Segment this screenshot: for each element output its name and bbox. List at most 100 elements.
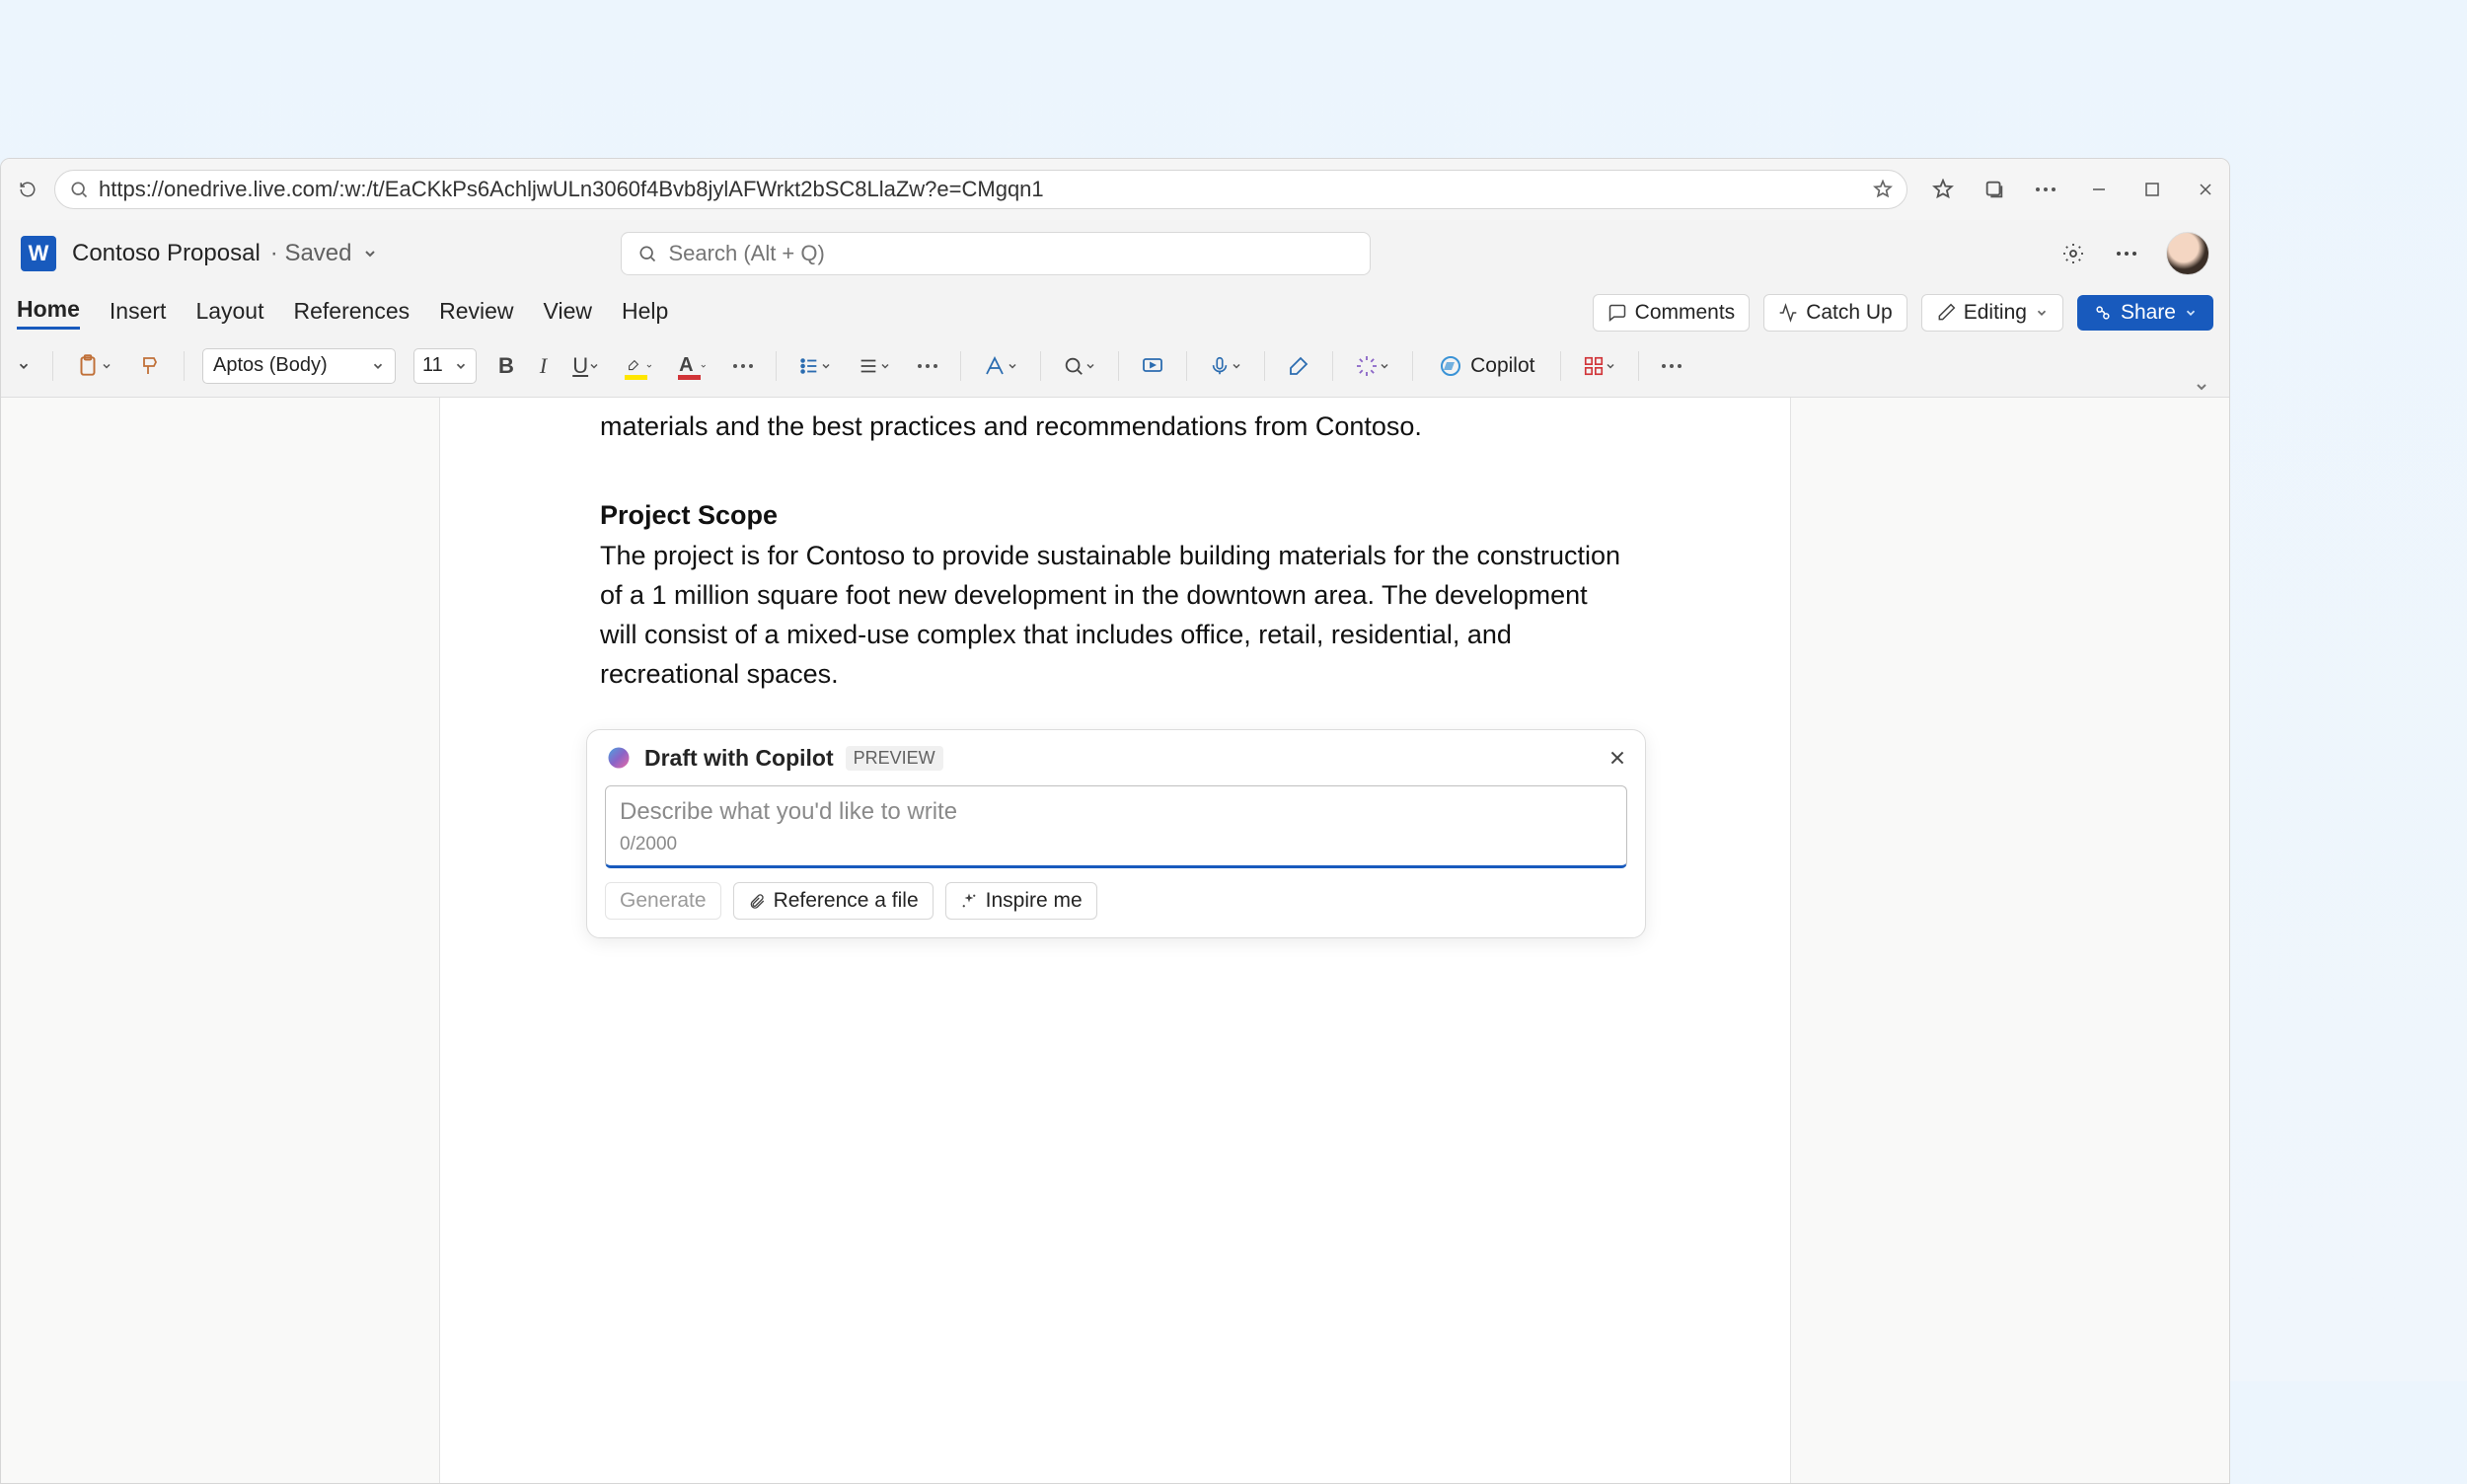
italic-button[interactable]: I <box>536 349 551 383</box>
format-painter-icon[interactable] <box>134 349 166 383</box>
draft-char-count: 0/2000 <box>620 834 1612 855</box>
styles-button[interactable] <box>979 349 1022 383</box>
font-family-select[interactable]: Aptos (Body) <box>202 348 396 384</box>
editing-mode-button[interactable]: Editing <box>1921 294 2063 332</box>
more-icon[interactable] <box>2034 178 2057 201</box>
collections-icon[interactable] <box>1982 178 2006 201</box>
pencil-icon <box>1936 303 1956 323</box>
separator <box>184 351 185 381</box>
close-icon[interactable] <box>2196 180 2215 199</box>
separator <box>1264 351 1265 381</box>
ribbon-right: Comments Catch Up Editing <box>1593 294 2213 332</box>
word-logo-icon: W <box>21 236 56 271</box>
copilot-button[interactable]: Copilot <box>1431 350 1542 382</box>
inspire-label: Inspire me <box>986 889 1083 913</box>
find-button[interactable] <box>1059 349 1100 383</box>
tab-home[interactable]: Home <box>17 296 80 330</box>
bullets-button[interactable] <box>794 349 836 383</box>
reference-label: Reference a file <box>774 889 919 913</box>
tab-view[interactable]: View <box>544 298 592 329</box>
title-bar: W Contoso Proposal · Saved <box>1 220 2229 287</box>
chevron-down-icon <box>362 246 378 261</box>
draft-actions: Generate Reference a file <box>605 882 1627 920</box>
chevron-down-icon <box>371 359 385 373</box>
scope-body: The project is for Contoso to provide su… <box>600 537 1630 695</box>
catchup-label: Catch Up <box>1806 301 1893 325</box>
document-canvas[interactable]: materials and the best practices and rec… <box>1 398 2229 1483</box>
more-paragraph-icon[interactable] <box>913 349 942 383</box>
draft-copilot-card: Draft with Copilot PREVIEW 0/2000 Genera… <box>586 729 1646 938</box>
draft-header: Draft with Copilot PREVIEW <box>605 744 1627 772</box>
title-right <box>2059 232 2209 275</box>
tab-references[interactable]: References <box>294 298 411 329</box>
page-info-icon[interactable] <box>1873 180 1893 199</box>
designer-button[interactable] <box>1351 349 1394 383</box>
copilot-icon <box>605 744 633 772</box>
chevron-down-icon <box>2184 306 2198 320</box>
comments-label: Comments <box>1635 301 1736 325</box>
doc-title: Contoso Proposal <box>72 240 261 267</box>
editing-label: Editing <box>1964 301 2027 325</box>
ribbon-collapse-icon[interactable] <box>2194 379 2209 395</box>
search-icon <box>69 180 89 199</box>
attachment-icon <box>748 892 766 910</box>
dictate-button[interactable] <box>1205 349 1246 383</box>
catchup-button[interactable]: Catch Up <box>1763 294 1907 332</box>
present-button[interactable] <box>1137 349 1168 383</box>
browser-bar <box>1 159 2229 220</box>
tab-insert[interactable]: Insert <box>110 298 167 329</box>
maximize-icon[interactable] <box>2142 180 2162 199</box>
font-family-value: Aptos (Body) <box>213 354 328 377</box>
share-label: Share <box>2121 301 2176 325</box>
toolbar: Aptos (Body) 11 B I U <box>1 338 2229 398</box>
font-size-select[interactable]: 11 <box>413 348 477 384</box>
more-commands-icon[interactable] <box>1657 349 1686 383</box>
chevron-down-icon <box>454 359 468 373</box>
comments-button[interactable]: Comments <box>1593 294 1751 332</box>
avatar[interactable] <box>2166 232 2209 275</box>
address-bar[interactable] <box>54 170 1907 209</box>
undo-dropdown-icon[interactable] <box>13 349 35 383</box>
editor-button[interactable] <box>1283 349 1314 383</box>
inspire-me-button[interactable]: Inspire me <box>945 882 1097 920</box>
url-input[interactable] <box>99 177 1863 202</box>
close-icon[interactable] <box>1607 748 1627 768</box>
addins-button[interactable] <box>1579 349 1620 383</box>
sparkle-icon <box>960 892 978 910</box>
underline-button[interactable]: U <box>568 349 604 383</box>
more-formatting-icon[interactable] <box>728 349 758 383</box>
paste-icon[interactable] <box>71 349 116 383</box>
body-text: materials and the best practices and rec… <box>600 408 1630 447</box>
document-page: materials and the best practices and rec… <box>439 398 1791 1483</box>
text-highlight-button[interactable] <box>622 349 657 383</box>
search-box[interactable] <box>621 232 1371 275</box>
share-button[interactable]: Share <box>2077 295 2213 331</box>
doc-title-dropdown[interactable]: Contoso Proposal · Saved <box>72 240 378 267</box>
separator <box>1560 351 1561 381</box>
more-icon[interactable] <box>2113 240 2140 267</box>
tab-help[interactable]: Help <box>622 298 668 329</box>
minimize-icon[interactable] <box>2089 180 2109 199</box>
reference-file-button[interactable]: Reference a file <box>733 882 934 920</box>
settings-icon[interactable] <box>2059 240 2087 267</box>
activity-icon <box>1778 303 1798 323</box>
favorites-icon[interactable] <box>1931 178 1955 201</box>
numbering-button[interactable] <box>854 349 895 383</box>
bold-button[interactable]: B <box>494 349 518 383</box>
font-color-button[interactable]: A <box>675 349 710 383</box>
comment-icon <box>1607 303 1627 323</box>
generate-button: Generate <box>605 882 721 920</box>
generate-label: Generate <box>620 889 707 913</box>
ribbon-tabs-row: Home Insert Layout References Review Vie… <box>1 287 2229 338</box>
draft-prompt-input[interactable] <box>620 798 1612 826</box>
refresh-icon[interactable] <box>15 177 40 202</box>
preview-badge: PREVIEW <box>846 746 943 771</box>
search-icon <box>637 244 657 263</box>
tab-review[interactable]: Review <box>439 298 513 329</box>
separator <box>1412 351 1413 381</box>
copilot-icon <box>1439 354 1462 378</box>
scope-heading: Project Scope <box>600 500 1630 531</box>
search-input[interactable] <box>669 241 1354 266</box>
tab-layout[interactable]: Layout <box>195 298 263 329</box>
browser-window: W Contoso Proposal · Saved <box>0 158 2230 1484</box>
